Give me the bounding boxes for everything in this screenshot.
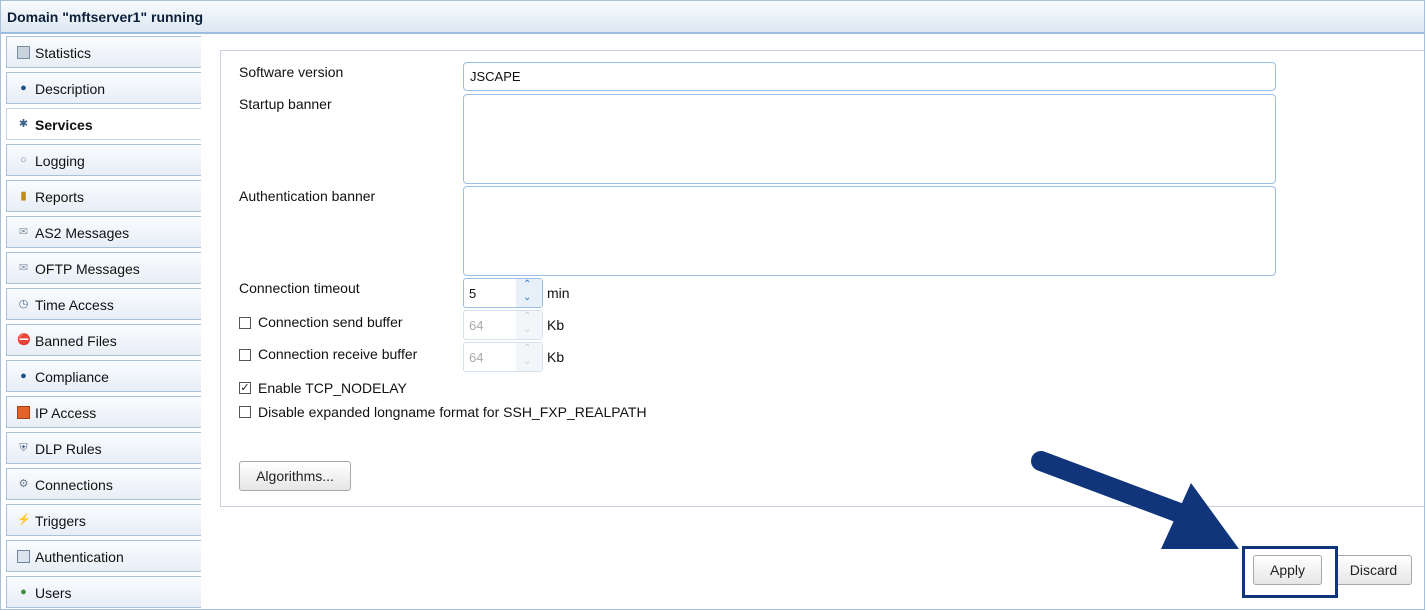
spinner-buttons: ⌃ ⌄ xyxy=(516,343,542,371)
send-buffer-spinner: 64 ⌃ ⌄ xyxy=(463,310,543,340)
sidebar: Statistics ● Description ✱ Services ○ Lo… xyxy=(1,34,203,609)
sidebar-item-label: Connections xyxy=(35,477,113,493)
sidebar-item-connections[interactable]: ⚙ Connections xyxy=(6,468,201,500)
spinner-buttons: ⌃ ⌄ xyxy=(516,311,542,339)
connection-timeout-unit: min xyxy=(547,285,570,301)
id-card-icon xyxy=(17,550,30,563)
logging-icon: ○ xyxy=(20,154,27,166)
connection-timeout-spinner[interactable]: 5 ⌃ ⌄ xyxy=(463,278,543,308)
sidebar-item-dlp-rules[interactable]: ⛨ DLP Rules xyxy=(6,432,201,464)
sidebar-item-label: IP Access xyxy=(35,405,97,421)
sidebar-item-ip-access[interactable]: IP Access xyxy=(6,396,201,428)
auth-banner-textarea[interactable] xyxy=(463,186,1276,276)
bar-chart-icon: ▮ xyxy=(20,190,27,202)
spinner-buttons: ⌃ ⌄ xyxy=(516,279,542,307)
sidebar-item-triggers[interactable]: ⚡ Triggers xyxy=(6,504,201,536)
sidebar-item-label: Triggers xyxy=(35,513,86,529)
messages-icon: ✉ xyxy=(18,262,29,274)
time-access-icon: ◷ xyxy=(18,298,29,310)
sidebar-item-label: Users xyxy=(35,585,72,601)
domain-window: Domain "mftserver1" running Statistics ●… xyxy=(0,0,1425,610)
sidebar-item-authentication[interactable]: Authentication xyxy=(6,540,201,572)
firewall-icon xyxy=(17,406,30,419)
chevron-down-icon: ⌄ xyxy=(523,356,532,367)
software-version-input[interactable]: JSCAPE xyxy=(463,62,1276,91)
connection-timeout-value: 5 xyxy=(469,286,477,301)
auth-banner-label: Authentication banner xyxy=(239,188,376,204)
person-icon: ● xyxy=(20,82,27,94)
startup-banner-label: Startup banner xyxy=(239,96,332,112)
software-version-label: Software version xyxy=(239,64,344,80)
receive-buffer-unit: Kb xyxy=(547,349,565,365)
services-icon: ✱ xyxy=(18,118,29,130)
sidebar-item-label: Statistics xyxy=(35,45,92,61)
chevron-up-icon[interactable]: ⌃ xyxy=(523,279,531,290)
window-title: Domain "mftserver1" running xyxy=(7,9,204,25)
sidebar-item-label: Time Access xyxy=(35,297,114,313)
sidebar-item-banned-files[interactable]: ⛔ Banned Files xyxy=(6,324,201,356)
receive-buffer-label: Connection receive buffer xyxy=(258,346,418,362)
messages-icon: ✉ xyxy=(18,226,29,238)
startup-banner-textarea[interactable] xyxy=(463,94,1276,184)
discard-button[interactable]: Discard xyxy=(1335,555,1412,585)
send-buffer-checkbox[interactable] xyxy=(239,317,251,329)
apply-highlight-box xyxy=(1242,546,1338,598)
software-version-value: JSCAPE xyxy=(470,69,521,84)
banned-file-icon: ⛔ xyxy=(17,334,31,346)
sidebar-item-reports[interactable]: ▮ Reports xyxy=(6,180,201,212)
sidebar-item-label: Authentication xyxy=(35,549,124,565)
sidebar-item-description[interactable]: ● Description xyxy=(6,72,201,104)
send-buffer-label: Connection send buffer xyxy=(258,314,403,330)
connections-icon: ⚙ xyxy=(18,478,29,490)
sidebar-item-logging[interactable]: ○ Logging xyxy=(6,144,201,176)
sidebar-item-label: Logging xyxy=(35,153,85,169)
sidebar-item-label: AS2 Messages xyxy=(35,225,130,241)
sidebar-item-label: Description xyxy=(35,81,106,97)
chevron-up-icon: ⌃ xyxy=(523,343,532,354)
connection-timeout-label: Connection timeout xyxy=(239,280,360,296)
shield-icon: ⛨ xyxy=(19,442,28,454)
send-buffer-unit: Kb xyxy=(547,317,565,333)
longname-label: Disable expanded longname format for SSH… xyxy=(258,404,647,420)
sidebar-item-oftp-messages[interactable]: ✉ OFTP Messages xyxy=(6,252,201,284)
receive-buffer-value: 64 xyxy=(469,350,484,365)
user-icon: ● xyxy=(20,586,27,598)
chevron-down-icon: ⌄ xyxy=(523,324,532,335)
sidebar-item-label: Banned Files xyxy=(35,333,117,349)
longname-checkbox[interactable] xyxy=(239,406,251,418)
sidebar-item-statistics[interactable]: Statistics xyxy=(6,36,201,68)
sidebar-item-time-access[interactable]: ◷ Time Access xyxy=(6,288,201,320)
triggers-icon: ⚡ xyxy=(17,514,31,526)
sidebar-item-services[interactable]: ✱ Services xyxy=(6,108,201,140)
receive-buffer-checkbox[interactable] xyxy=(239,349,251,361)
sidebar-item-as2-messages[interactable]: ✉ AS2 Messages xyxy=(6,216,201,248)
compliance-icon: ● xyxy=(20,370,27,382)
receive-buffer-spinner: 64 ⌃ ⌄ xyxy=(463,342,543,372)
checkmark-icon: ✓ xyxy=(240,382,250,394)
send-buffer-value: 64 xyxy=(469,318,484,333)
sidebar-item-label: Services xyxy=(35,117,93,133)
sidebar-item-users[interactable]: ● Users xyxy=(6,576,201,608)
statistics-icon xyxy=(17,46,30,59)
tcp-nodelay-label: Enable TCP_NODELAY xyxy=(258,380,407,396)
chevron-down-icon[interactable]: ⌄ xyxy=(523,292,531,303)
sidebar-item-label: Compliance xyxy=(35,369,109,385)
algorithms-button[interactable]: Algorithms... xyxy=(239,461,351,491)
sidebar-item-compliance[interactable]: ● Compliance xyxy=(6,360,201,392)
chevron-up-icon: ⌃ xyxy=(523,311,532,322)
sidebar-item-label: Reports xyxy=(35,189,85,205)
sidebar-item-label: OFTP Messages xyxy=(35,261,140,277)
tcp-nodelay-checkbox[interactable]: ✓ xyxy=(239,382,251,394)
title-bar: Domain "mftserver1" running xyxy=(1,1,1424,34)
sidebar-item-label: DLP Rules xyxy=(35,441,102,457)
